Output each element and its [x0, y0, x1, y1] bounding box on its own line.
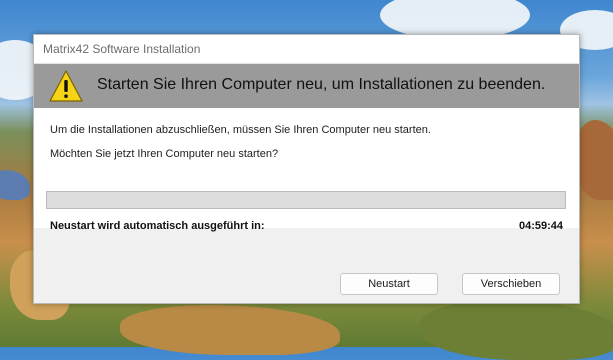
countdown-label: Neustart wird automatisch ausgeführt in: — [50, 220, 265, 232]
progress-bar — [46, 191, 566, 209]
dialog-content: Um die Installationen abzuschließen, müs… — [34, 108, 579, 228]
message-line-2: Möchten Sie jetzt Ihren Computer neu sta… — [50, 148, 279, 160]
restart-button[interactable]: Neustart — [340, 273, 438, 295]
software-installation-dialog: Matrix42 Software Installation Starten S… — [33, 34, 580, 304]
message-line-1: Um die Installationen abzuschließen, müs… — [50, 124, 431, 136]
restart-banner: Starten Sie Ihren Computer neu, um Insta… — [34, 64, 579, 108]
postpone-button[interactable]: Verschieben — [462, 273, 560, 295]
banner-heading: Starten Sie Ihren Computer neu, um Insta… — [97, 76, 546, 93]
dialog-footer: Neustart Verschieben — [34, 249, 579, 303]
warning-icon — [49, 70, 83, 102]
countdown-timer: 04:59:44 — [518, 220, 563, 232]
window-title: Matrix42 Software Installation — [34, 35, 579, 64]
